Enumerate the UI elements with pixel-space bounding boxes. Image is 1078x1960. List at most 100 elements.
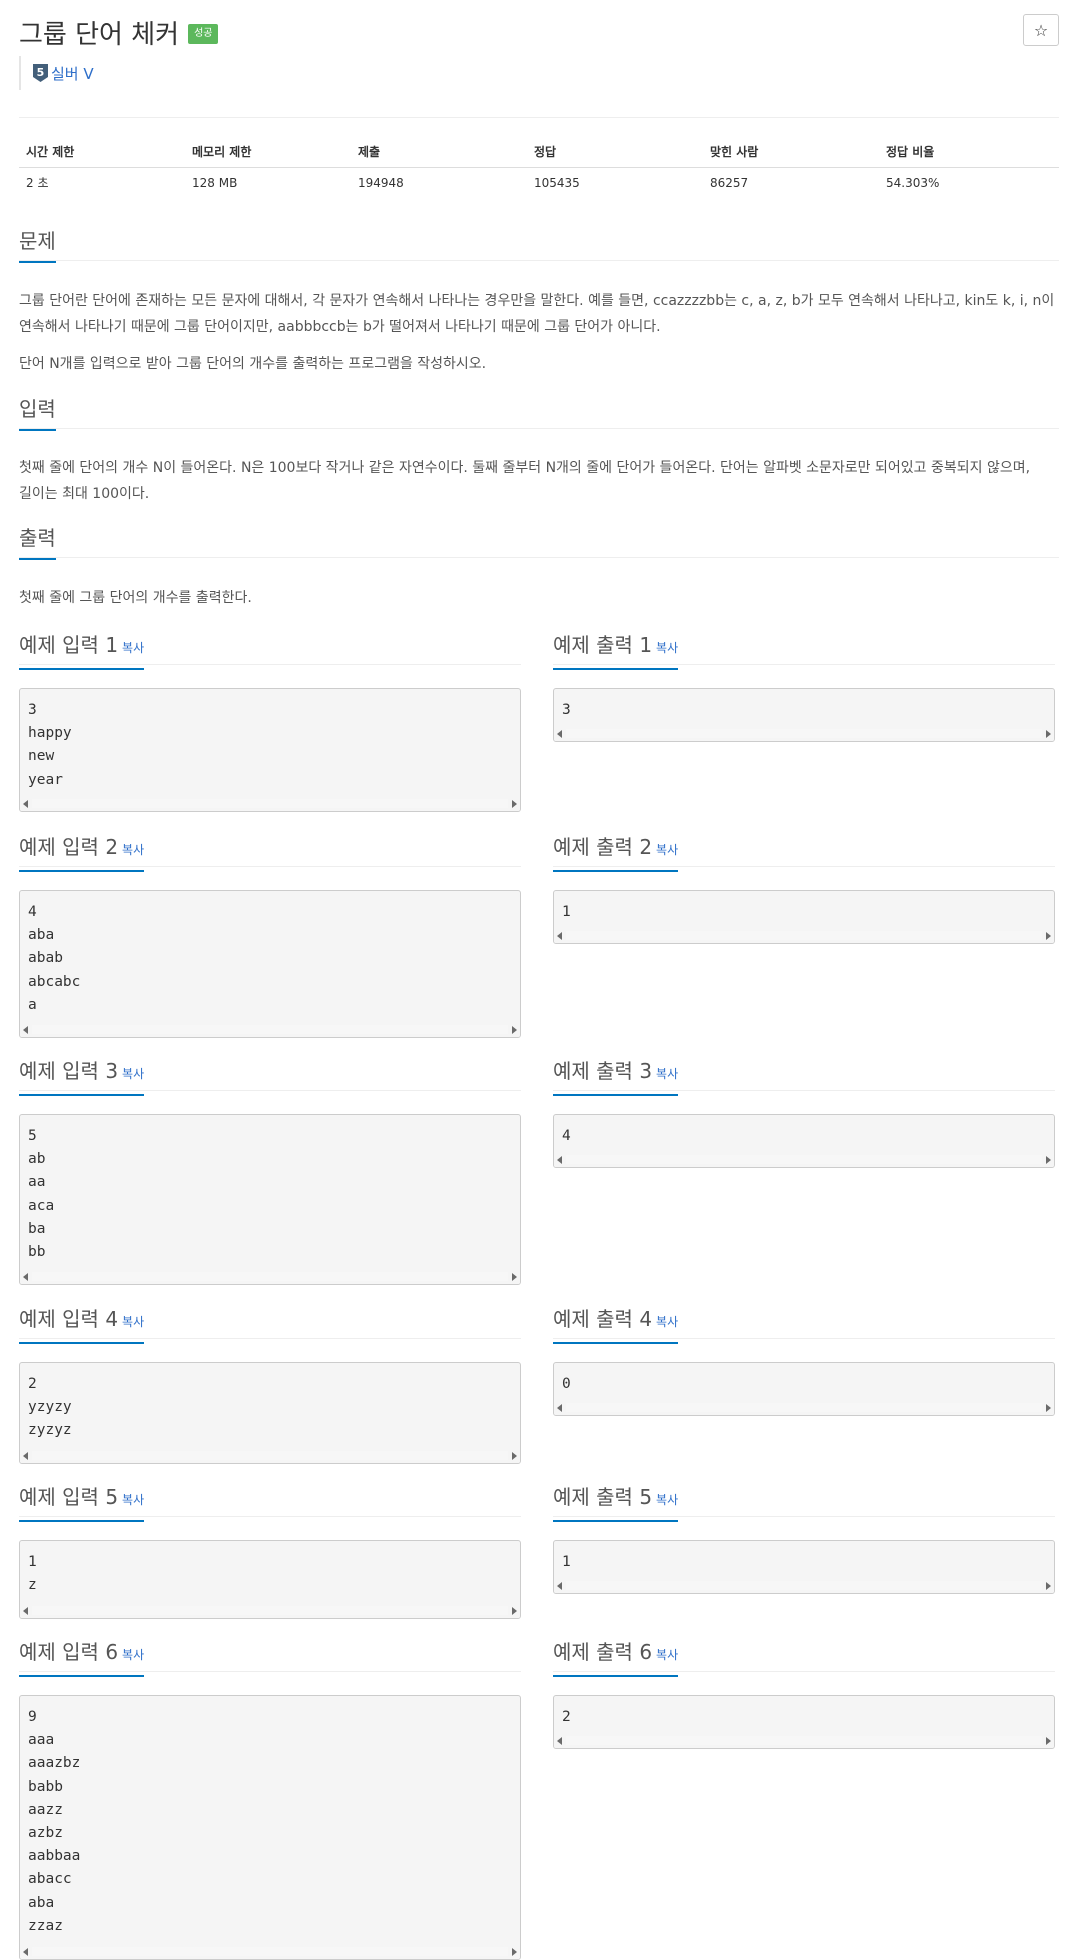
copy-button[interactable]: 복사: [122, 1648, 144, 1662]
scroll-left-icon[interactable]: [557, 1737, 562, 1745]
example-input-6-title: 예제 입력 6: [19, 1640, 119, 1664]
horizontal-scrollbar[interactable]: [554, 1153, 1054, 1167]
scroll-left-icon[interactable]: [23, 1948, 28, 1956]
scroll-left-icon[interactable]: [23, 1026, 28, 1034]
problem-section-header: 문제: [19, 226, 1059, 263]
copy-button[interactable]: 복사: [656, 1067, 678, 1081]
scroll-left-icon[interactable]: [23, 1452, 28, 1460]
example-input-5-title: 예제 입력 5: [19, 1485, 119, 1509]
horizontal-scrollbar[interactable]: [20, 1449, 520, 1463]
scroll-right-icon[interactable]: [512, 1948, 517, 1956]
scroll-right-icon[interactable]: [1046, 1404, 1051, 1412]
example-output-2-header: 예제 출력 2 복사: [553, 832, 1055, 872]
problem-page: 그룹 단어 체커 성공 ☆ 5 실버 V 시간 제한 메모리 제한 제출 정답 …: [0, 0, 1078, 1960]
example-output-5-box[interactable]: 1: [553, 1540, 1055, 1594]
horizontal-scrollbar[interactable]: [20, 1604, 520, 1618]
star-button[interactable]: ☆: [1023, 14, 1059, 46]
horizontal-scrollbar[interactable]: [554, 929, 1054, 943]
scroll-left-icon[interactable]: [557, 1404, 562, 1412]
example-input-1-header: 예제 입력 1 복사: [19, 630, 521, 670]
example-output-6-code: 2: [562, 1709, 571, 1725]
example-output-4-code: 0: [562, 1376, 571, 1392]
scroll-left-icon[interactable]: [23, 800, 28, 808]
copy-button[interactable]: 복사: [122, 641, 144, 655]
horizontal-scrollbar[interactable]: [20, 1270, 520, 1284]
stats-value-memory: 128 MB: [192, 176, 238, 190]
example-input-6-box[interactable]: 9 aaa aaazbz babb aazz azbz aabbaa abacc…: [19, 1695, 521, 1960]
stats-value-submissions: 194948: [358, 176, 404, 190]
example-output-2-code: 1: [562, 904, 571, 920]
stats-value-accepted: 105435: [534, 176, 580, 190]
input-text-line: 길이는 최대 100이다.: [19, 486, 150, 502]
status-badge: 성공: [188, 23, 219, 44]
example-output-3-box[interactable]: 4: [553, 1114, 1055, 1168]
copy-button[interactable]: 복사: [656, 641, 678, 655]
copy-button[interactable]: 복사: [122, 1067, 144, 1081]
scroll-right-icon[interactable]: [512, 1452, 517, 1460]
output-section-header: 출력: [19, 523, 1059, 560]
horizontal-scrollbar[interactable]: [20, 1945, 520, 1959]
scroll-right-icon[interactable]: [1046, 1737, 1051, 1745]
horizontal-scrollbar[interactable]: [554, 727, 1054, 741]
copy-button[interactable]: 복사: [122, 843, 144, 857]
scroll-left-icon[interactable]: [557, 1582, 562, 1590]
scroll-right-icon[interactable]: [512, 1607, 517, 1615]
example-input-1-box[interactable]: 3 happy new year: [19, 688, 521, 812]
example-input-2-box[interactable]: 4 aba abab abcabc a: [19, 890, 521, 1038]
example-input-4-header: 예제 입력 4 복사: [19, 1304, 521, 1344]
stats-header-ratio: 정답 비율: [886, 145, 935, 159]
problem-text-line: 그룹 단어란 단어에 존재하는 모든 문자에 대해서, 각 문자가 연속해서 나…: [19, 293, 1055, 309]
copy-button[interactable]: 복사: [122, 1493, 144, 1507]
stats-value-solvers: 86257: [710, 176, 749, 190]
example-output-1-box[interactable]: 3: [553, 688, 1055, 742]
example-input-3-title: 예제 입력 3: [19, 1059, 119, 1083]
example-output-5-title: 예제 출력 5: [553, 1485, 653, 1509]
scroll-left-icon[interactable]: [23, 1273, 28, 1281]
example-input-3-box[interactable]: 5 ab aa aca ba bb: [19, 1114, 521, 1285]
example-output-2-box[interactable]: 1: [553, 890, 1055, 944]
scroll-left-icon[interactable]: [557, 1156, 562, 1164]
scroll-right-icon[interactable]: [1046, 730, 1051, 738]
example-output-4-title: 예제 출력 4: [553, 1307, 653, 1331]
scroll-right-icon[interactable]: [1046, 1582, 1051, 1590]
horizontal-scrollbar[interactable]: [20, 797, 520, 811]
horizontal-scrollbar[interactable]: [554, 1401, 1054, 1415]
horizontal-scrollbar[interactable]: [20, 1023, 520, 1037]
copy-button[interactable]: 복사: [656, 1648, 678, 1662]
example-output-4-box[interactable]: 0: [553, 1362, 1055, 1416]
scroll-left-icon[interactable]: [557, 730, 562, 738]
scroll-left-icon[interactable]: [557, 932, 562, 940]
example-input-2-code: 4 aba abab abcabc a: [28, 904, 81, 1013]
example-input-1-title: 예제 입력 1: [19, 633, 119, 657]
input-section-header: 입력: [19, 394, 1059, 431]
example-output-6-header: 예제 출력 6 복사: [553, 1637, 1055, 1677]
copy-button[interactable]: 복사: [656, 1493, 678, 1507]
stats-value-ratio: 54.303%: [886, 176, 940, 190]
scroll-right-icon[interactable]: [1046, 932, 1051, 940]
example-output-3-code: 4: [562, 1128, 571, 1144]
horizontal-scrollbar[interactable]: [554, 1579, 1054, 1593]
input-text-line: 첫째 줄에 단어의 개수 N이 들어온다. N은 100보다 작거나 같은 자연…: [19, 460, 1031, 476]
example-output-6-box[interactable]: 2: [553, 1695, 1055, 1749]
example-input-5-code: 1 z: [28, 1554, 37, 1594]
scroll-right-icon[interactable]: [512, 1026, 517, 1034]
stats-header-solvers: 맞힌 사람: [710, 145, 759, 159]
stats-header-time: 시간 제한: [26, 145, 75, 159]
copy-button[interactable]: 복사: [656, 1315, 678, 1329]
example-input-5-box[interactable]: 1 z: [19, 1540, 521, 1619]
tier-link[interactable]: 실버 V: [51, 63, 94, 84]
copy-button[interactable]: 복사: [122, 1315, 144, 1329]
example-output-6-title: 예제 출력 6: [553, 1640, 653, 1664]
scroll-right-icon[interactable]: [512, 1273, 517, 1281]
example-input-6-code: 9 aaa aaazbz babb aazz azbz aabbaa abacc…: [28, 1709, 81, 1934]
example-output-1-title: 예제 출력 1: [553, 633, 653, 657]
horizontal-scrollbar[interactable]: [554, 1734, 1054, 1748]
divider: [19, 117, 1059, 118]
scroll-right-icon[interactable]: [512, 800, 517, 808]
example-input-4-box[interactable]: 2 yzyzy zyzyz: [19, 1362, 521, 1464]
input-description: 첫째 줄에 단어의 개수 N이 들어온다. N은 100보다 작거나 같은 자연…: [19, 455, 1059, 507]
scroll-right-icon[interactable]: [1046, 1156, 1051, 1164]
copy-button[interactable]: 복사: [656, 843, 678, 857]
scroll-left-icon[interactable]: [23, 1607, 28, 1615]
example-input-3-header: 예제 입력 3 복사: [19, 1056, 521, 1096]
